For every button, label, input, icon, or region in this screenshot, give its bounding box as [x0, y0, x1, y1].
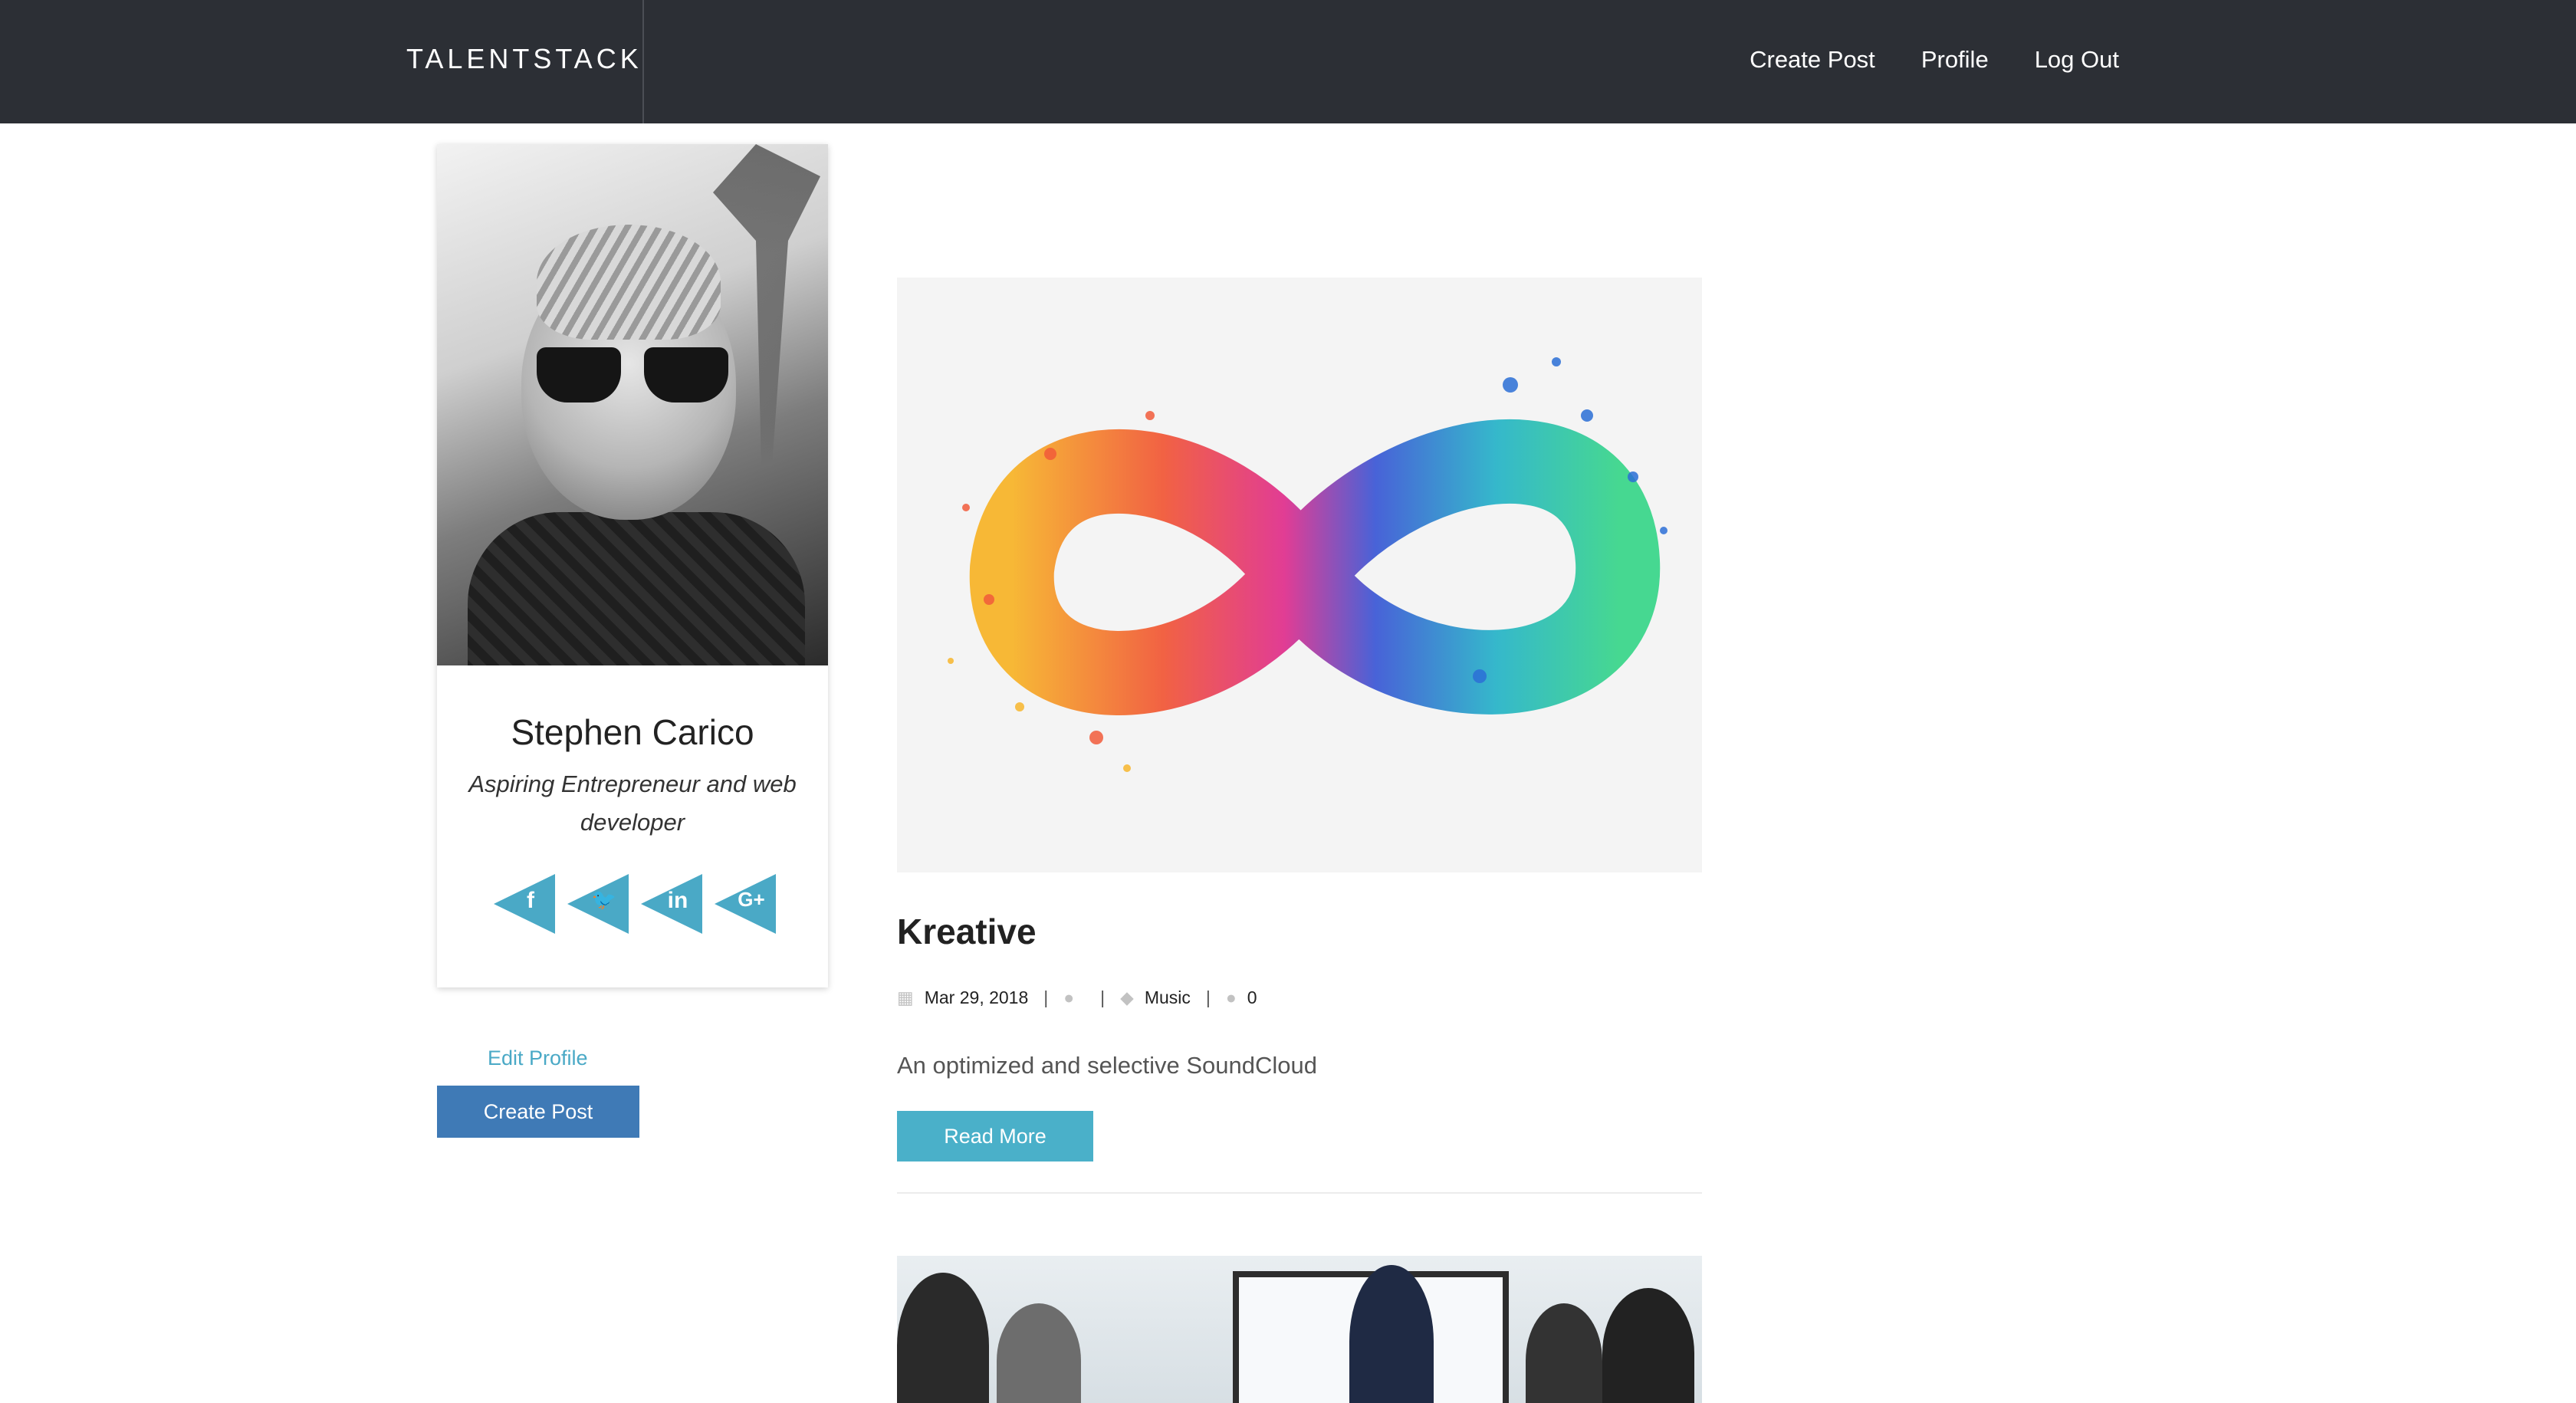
brand-logo[interactable]: TALENTSTACK — [406, 43, 642, 75]
meta-separator: | — [1043, 987, 1049, 1007]
tags-icon: ◆ — [1120, 987, 1134, 1007]
post-featured-image[interactable] — [897, 278, 1702, 872]
post-meta: ▦ Mar 29, 2018 | ● | ◆ Music | ● 0 — [897, 987, 1257, 1008]
twitter-icon[interactable]: 🐦 — [567, 874, 629, 934]
comments-icon: ● — [1225, 987, 1237, 1007]
post-featured-image[interactable] — [897, 1256, 1702, 1403]
nav-links: Create Post Profile Log Out — [1750, 46, 2119, 74]
post-divider — [897, 1192, 1702, 1194]
post-title[interactable]: Kreative — [897, 911, 1037, 952]
edit-profile-link[interactable]: Edit Profile — [488, 1046, 588, 1070]
meta-separator: | — [1100, 987, 1106, 1007]
nav-log-out[interactable]: Log Out — [2035, 46, 2119, 74]
top-navbar: TALENTSTACK Create Post Profile Log Out — [0, 0, 2576, 123]
profile-photo — [437, 144, 828, 665]
post-comment-count[interactable]: 0 — [1247, 987, 1257, 1008]
navbar-divider — [642, 0, 644, 123]
profile-tagline: Aspiring Entrepreneur and web developer — [468, 770, 797, 836]
profile-name: Stephen Carico — [511, 712, 754, 752]
linkedin-icon[interactable]: in — [641, 874, 702, 934]
read-more-button[interactable]: Read More — [897, 1111, 1093, 1162]
calendar-icon: ▦ — [897, 987, 914, 1007]
post-category[interactable]: Music — [1145, 987, 1191, 1008]
social-links: f 🐦 in G+ — [494, 874, 776, 934]
user-icon: ● — [1063, 987, 1075, 1007]
meta-separator: | — [1205, 987, 1211, 1007]
profile-card: Stephen Carico Aspiring Entrepreneur and… — [437, 144, 828, 987]
post-excerpt: An optimized and selective SoundCloud — [897, 1052, 1318, 1079]
facebook-icon[interactable]: f — [494, 874, 555, 934]
create-post-button[interactable]: Create Post — [437, 1086, 639, 1138]
post-date: Mar 29, 2018 — [924, 987, 1029, 1007]
google-plus-icon[interactable]: G+ — [715, 874, 776, 934]
nav-profile[interactable]: Profile — [1921, 46, 1989, 74]
nav-create-post[interactable]: Create Post — [1750, 46, 1875, 74]
